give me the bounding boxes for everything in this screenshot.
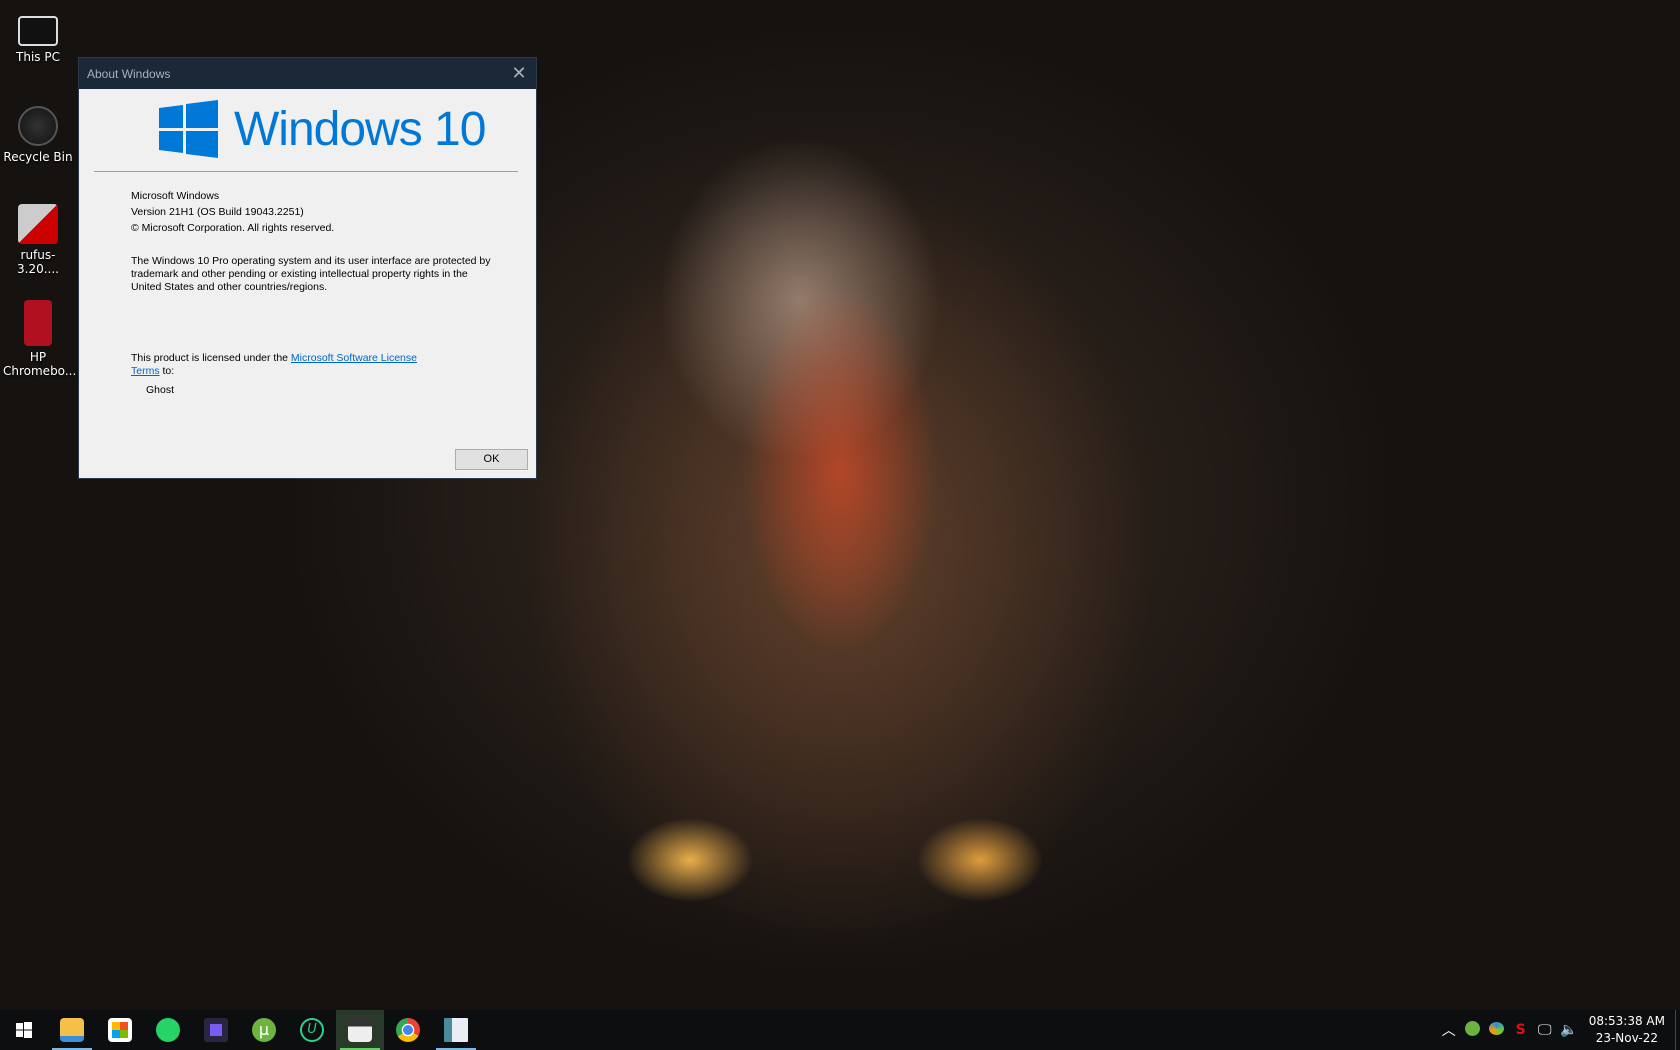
license-prefix: This product is licensed under the (131, 352, 291, 364)
store-icon (108, 1018, 132, 1042)
book-icon (24, 300, 52, 346)
dialog-title: About Windows (87, 66, 171, 81)
taskbar-utorrent[interactable]: µ (240, 1010, 288, 1050)
close-button[interactable]: ✕ (508, 62, 530, 84)
taskbar-video-editor[interactable] (336, 1010, 384, 1050)
taskbar-window-app[interactable] (432, 1010, 480, 1050)
clapperboard-icon (348, 1018, 372, 1042)
product-name: Microsoft Windows (131, 190, 220, 202)
clock-time: 08:53:38 AM (1588, 1014, 1665, 1028)
copyright-text: © Microsoft Corporation. All rights rese… (131, 222, 335, 234)
window-icon (444, 1018, 468, 1042)
desktop-icon-this-pc[interactable]: This PC (0, 12, 76, 64)
recycle-bin-icon (18, 106, 58, 146)
u-circle-icon: U (300, 1018, 324, 1042)
title-bar[interactable]: About Windows ✕ (79, 58, 536, 89)
windows-flag-icon (159, 100, 218, 158)
show-hidden-icons-chevron-icon[interactable]: ︿ (1437, 1020, 1461, 1040)
license-text: This product is licensed under the Micro… (131, 352, 441, 378)
utorrent-tray-icon[interactable] (1461, 1020, 1485, 1040)
system-tray: ︿ S 🖵 🔈 08:53:38 AM 23-Nov-22 (1437, 1010, 1680, 1050)
taskbar-microsoft-store[interactable] (96, 1010, 144, 1050)
about-windows-dialog: About Windows ✕ Windows 10 Microsoft Win… (78, 57, 537, 479)
network-icon[interactable]: 🖵 (1533, 1022, 1557, 1038)
desktop-icon-recycle-bin[interactable]: Recycle Bin (0, 106, 76, 164)
desktop-icon-hp-chromebook[interactable]: HP Chromebo... (0, 300, 76, 378)
desktop-icon-rufus[interactable]: rufus-3.20.... (0, 204, 76, 276)
taskbar: µ U ︿ S 🖵 🔈 08:53:38 AM 23-Nov-22 (0, 1010, 1680, 1050)
legal-text: The Windows 10 Pro operating system and … (131, 255, 491, 293)
icon-label: rufus-3.20.... (17, 248, 59, 276)
ok-button[interactable]: OK (455, 449, 528, 470)
taskbar-uplay[interactable]: U (288, 1010, 336, 1050)
icon-label: This PC (16, 50, 60, 64)
utorrent-icon: µ (252, 1018, 276, 1042)
folder-icon (60, 1018, 84, 1042)
idm-tray-icon[interactable] (1485, 1021, 1509, 1039)
computer-icon (18, 16, 58, 46)
taskbar-file-explorer[interactable] (48, 1010, 96, 1050)
windows-start-icon (16, 1022, 32, 1038)
show-desktop-button[interactable] (1675, 1010, 1680, 1050)
licensee-name: Ghost (146, 384, 175, 396)
cube-icon (204, 1018, 228, 1042)
clock[interactable]: 08:53:38 AM 23-Nov-22 (1581, 1013, 1675, 1047)
windows-logo: Windows 10 (159, 100, 486, 158)
taskbar-cube-app[interactable] (192, 1010, 240, 1050)
start-button[interactable] (0, 1010, 48, 1050)
clock-date: 23-Nov-22 (1595, 1031, 1658, 1045)
volume-icon[interactable]: 🔈 (1557, 1022, 1581, 1038)
taskbar-whatsapp[interactable] (144, 1010, 192, 1050)
usb-drive-icon (18, 204, 58, 244)
version-text: Version 21H1 (OS Build 19043.2251) (131, 206, 304, 218)
whatsapp-icon (156, 1018, 180, 1042)
icon-label: Recycle Bin (3, 150, 73, 164)
taskbar-chrome[interactable] (384, 1010, 432, 1050)
windows-10-wordmark: Windows 10 (234, 102, 486, 156)
license-suffix: to: (159, 365, 175, 377)
s2b-tray-icon[interactable]: S (1509, 1022, 1533, 1038)
icon-label: HP Chromebo... (3, 350, 77, 378)
chrome-icon (396, 1018, 420, 1042)
divider (94, 171, 518, 172)
